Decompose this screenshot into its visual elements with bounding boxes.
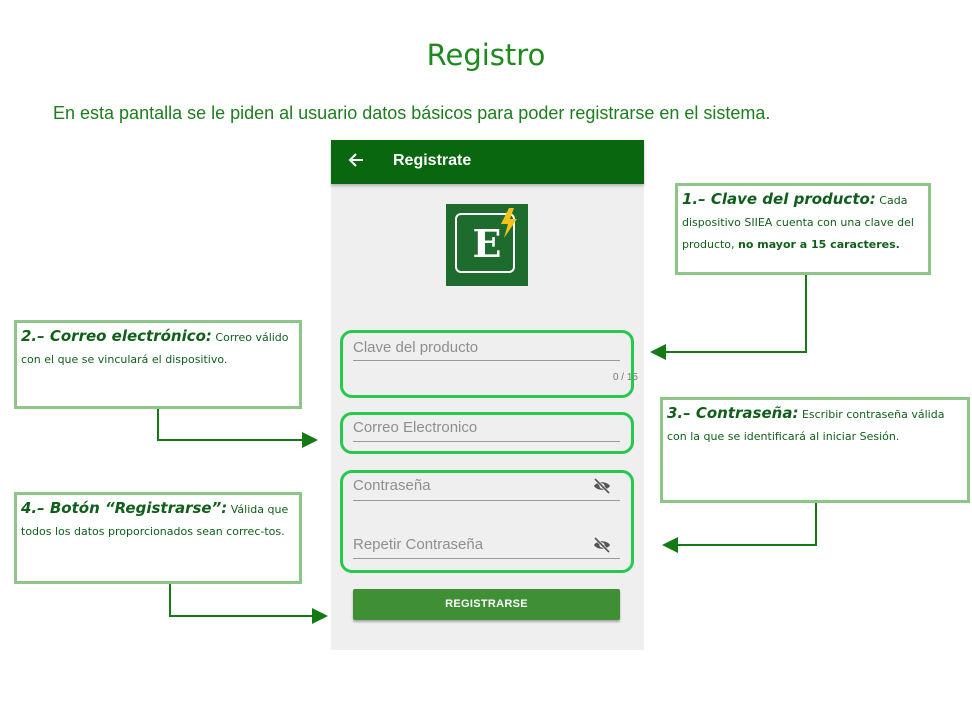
arrow-register (169, 584, 328, 624)
arrow-product-key (650, 275, 807, 360)
arrow-password (662, 503, 817, 553)
connector-arrows (157, 275, 817, 624)
arrow-email (157, 409, 318, 448)
